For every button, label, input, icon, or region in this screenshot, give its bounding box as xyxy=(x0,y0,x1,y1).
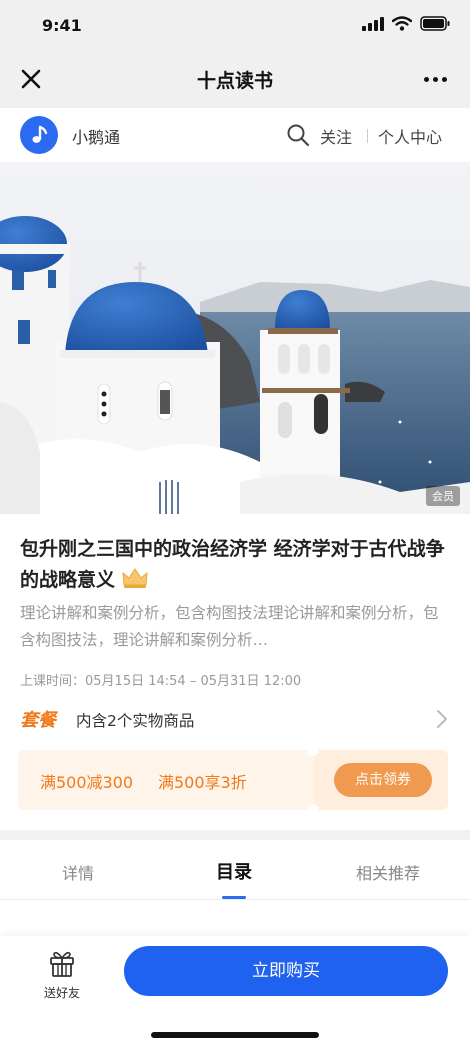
package-tag: 套餐 xyxy=(20,710,56,731)
more-button[interactable] xyxy=(418,66,452,92)
personal-center-link[interactable]: 个人中心 xyxy=(378,124,442,148)
member-badge: 会员 xyxy=(426,486,460,506)
package-row[interactable]: 套餐 内含2个实物商品 xyxy=(0,702,470,736)
course-info-card: 包升刚之三国中的政治经济学 经济学对于古代战争的战略意义 理论讲解和案例分析，包… xyxy=(0,514,470,830)
course-time: 上课时间：05月15日 14:54 – 05月31日 12:00 xyxy=(20,670,301,689)
coupon-bar: 满500减300 满500享3折 点击领券 xyxy=(18,750,448,810)
search-icon[interactable] xyxy=(286,123,310,147)
more-dot-icon xyxy=(423,76,429,82)
buy-now-button[interactable]: 立即购买 xyxy=(124,946,448,996)
status-time: 9:41 xyxy=(42,16,82,35)
wifi-icon xyxy=(392,16,412,31)
status-icons xyxy=(362,16,450,31)
claim-coupon-button[interactable]: 点击领券 xyxy=(334,763,432,797)
brand-name[interactable]: 小鹅通 xyxy=(72,124,120,148)
course-description: 理论讲解和案例分析，包含构图技法理论讲解和案例分析，包含构图技法，理论讲解和案例… xyxy=(20,604,439,649)
course-time-label: 上课时间： xyxy=(20,674,86,689)
more-dot-icon xyxy=(432,76,438,82)
gift-to-friend-button[interactable]: 送好友 xyxy=(34,946,90,1006)
brand-logo[interactable] xyxy=(20,116,58,154)
gift-label: 送好友 xyxy=(43,986,80,1000)
divider xyxy=(367,129,368,143)
active-tab-indicator xyxy=(222,896,246,899)
course-time-value: 05月15日 14:54 – 05月31日 12:00 xyxy=(85,674,302,689)
more-dot-icon xyxy=(441,76,447,82)
santorini-illustration xyxy=(0,162,470,514)
course-cover-image: 会员 xyxy=(0,162,470,514)
tab-bar: 详情 目录 相关推荐 xyxy=(0,840,470,900)
coupon-notch xyxy=(307,804,319,810)
crown-icon xyxy=(122,568,148,588)
gift-icon xyxy=(50,951,74,977)
course-title-text: 包升刚之三国中的政治经济学 经济学对于古代战争的战略意义 xyxy=(20,538,445,591)
catalog-content xyxy=(0,900,470,940)
tab-details[interactable]: 详情 xyxy=(62,860,94,884)
status-bar: 9:41 xyxy=(0,0,470,52)
bottom-action-bar: 送好友 立即购买 xyxy=(0,936,470,1046)
brand-bar: 小鹅通 关注 个人中心 xyxy=(0,108,470,162)
package-text: 内含2个实物商品 xyxy=(76,712,195,730)
title-bar: 十点读书 xyxy=(0,52,470,108)
tab-catalog[interactable]: 目录 xyxy=(216,858,252,884)
coupon-offer-2: 满500享3折 xyxy=(158,773,247,792)
tab-recommendations[interactable]: 相关推荐 xyxy=(356,860,420,884)
page-title: 十点读书 xyxy=(196,70,273,92)
music-note-icon xyxy=(32,125,48,143)
battery-icon xyxy=(420,16,450,31)
home-indicator xyxy=(151,1032,319,1038)
chevron-right-icon xyxy=(437,710,447,728)
course-title: 包升刚之三国中的政治经济学 经济学对于古代战争的战略意义 xyxy=(20,534,452,596)
coupon-offer-1: 满500减300 xyxy=(40,773,134,792)
follow-button[interactable]: 关注 xyxy=(320,124,352,148)
signal-icon xyxy=(362,16,384,31)
